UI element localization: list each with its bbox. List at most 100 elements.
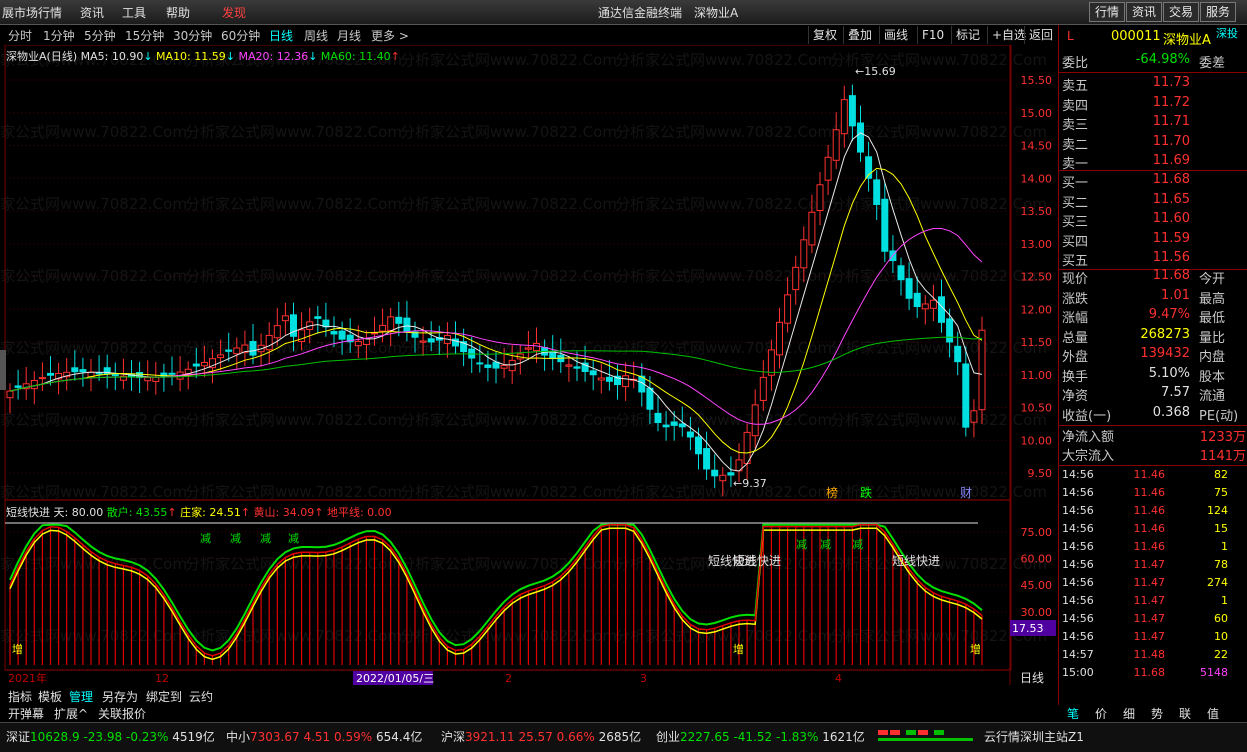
app-title: 通达信金融终端 <box>598 6 683 20</box>
period-timeshare[interactable]: 分时 <box>8 27 32 44</box>
tab-bind-to[interactable]: 绑定到 <box>146 688 182 705</box>
stat-label-2: 流通 <box>1199 389 1226 404</box>
candle-body <box>929 299 937 309</box>
period-30min[interactable]: 30分钟 <box>173 27 212 44</box>
quote-tab[interactable]: 价 <box>1095 705 1107 722</box>
bid-row[interactable]: 买五 11.56 <box>1059 250 1247 269</box>
watermark-text: 分析家公式网www.70822.Com <box>185 195 402 213</box>
top-btn-quote[interactable]: 行情 <box>1089 2 1126 22</box>
top-btn-trade[interactable]: 交易 <box>1163 2 1200 22</box>
top-btn-service[interactable]: 服务 <box>1200 2 1237 22</box>
bid-price: 11.59 <box>1152 230 1190 246</box>
ask-row[interactable]: 卖四 11.72 <box>1059 95 1247 114</box>
tab-indicator[interactable]: 指标 <box>8 688 32 705</box>
candle-body <box>30 379 38 390</box>
period-weekly[interactable]: 周线 <box>304 27 328 44</box>
candle-body <box>597 377 605 381</box>
ask-row[interactable]: 卖二 11.70 <box>1059 134 1247 153</box>
sz-label[interactable]: 深证 <box>6 730 30 744</box>
date-label: 12 <box>155 672 169 685</box>
period-more[interactable]: 更多 > <box>371 27 409 44</box>
period-bar: 分时 1分钟 5分钟 15分钟 30分钟 60分钟 日线 周线 月线 更多 > … <box>0 25 1058 45</box>
period-5min[interactable]: 5分钟 <box>84 27 116 44</box>
tool-fuquan[interactable]: 复权 <box>808 26 841 44</box>
sz-amount: 4519亿 <box>172 730 215 744</box>
menu-discover[interactable]: 发现 <box>222 4 246 21</box>
quote-tab[interactable]: 联 <box>1179 705 1191 722</box>
kline-chart-area[interactable]: 分析家公式网www.70822.Com分析家公式网www.70822.Com分析… <box>0 45 1058 685</box>
tool-f10[interactable]: F10 <box>917 26 948 44</box>
menu-help[interactable]: 帮助 <box>166 4 190 21</box>
candle-body <box>71 367 79 373</box>
zx-pct: 0.59% <box>334 730 373 744</box>
tab-linked-quote[interactable]: 关联报价 <box>98 705 146 722</box>
tick-price: 11.46 <box>1133 504 1166 517</box>
ask-price: 11.73 <box>1152 75 1190 90</box>
tab-save-as[interactable]: 另存为 <box>102 688 138 705</box>
stock-name: 深物业A <box>1163 33 1211 48</box>
ask-row[interactable]: 卖一 11.69 <box>1059 153 1247 172</box>
sz-change: -23.98 <box>83 730 123 744</box>
tick-volume: 10 <box>1214 630 1228 643</box>
quote-tab[interactable]: 值 <box>1207 705 1219 722</box>
tab-danmu[interactable]: 开弹幕 <box>8 705 44 722</box>
stat-label: 收益(一) <box>1062 408 1112 424</box>
bid-price: 11.68 <box>1152 172 1190 187</box>
stat-label: 净资 <box>1062 389 1089 404</box>
candle-body <box>703 448 711 470</box>
top-btn-news[interactable]: 资讯 <box>1126 2 1163 22</box>
ask-row[interactable]: 卖三 11.71 <box>1059 114 1247 133</box>
candle-body <box>314 316 322 319</box>
period-15min[interactable]: 15分钟 <box>125 27 164 44</box>
quote-tab[interactable]: 势 <box>1151 705 1163 722</box>
level-badge: L <box>1067 29 1074 43</box>
marker-die: 跌 <box>860 485 872 500</box>
quote-tab[interactable]: 笔 <box>1067 705 1079 722</box>
tool-back[interactable]: 返回 <box>1024 26 1057 44</box>
watermark-text: 分析家公式网www.70822.Com <box>400 555 617 573</box>
stat-label: 总量 <box>1062 330 1089 346</box>
period-monthly[interactable]: 月线 <box>337 27 361 44</box>
menu-market[interactable]: 展市场行情 <box>2 4 62 21</box>
tab-template[interactable]: 模板 <box>38 688 62 705</box>
legend-ma5: MA5: 10.90 <box>80 50 144 63</box>
bid-row[interactable]: 买三 11.60 <box>1059 211 1247 230</box>
hs-label[interactable]: 沪深 <box>441 730 465 744</box>
candle-body <box>225 349 233 352</box>
chart-canvas[interactable]: 分析家公式网www.70822.Com分析家公式网www.70822.Com分析… <box>0 45 1058 685</box>
cy-label[interactable]: 创业 <box>656 730 680 744</box>
ask-row[interactable]: 卖五 11.73 <box>1059 75 1247 94</box>
tab-expand[interactable]: 扩展^ <box>54 705 88 722</box>
flow-value: 1141万 <box>1199 449 1246 464</box>
reduce-marker: 减 <box>288 532 299 545</box>
bid-row[interactable]: 买二 11.65 <box>1059 192 1247 211</box>
bottom-tabs: 指标 模板 管理 另存为 绑定到 云约 开弹幕 扩展^ 关联报价 <box>0 686 1058 722</box>
menu-tools[interactable]: 工具 <box>122 4 146 21</box>
stat-value: 0.368 <box>1152 404 1190 420</box>
indicator-sanhu: 散户: 43.55 <box>106 506 168 519</box>
period-daily[interactable]: 日线 <box>269 27 293 44</box>
bid-row[interactable]: 买一 11.68 <box>1059 172 1247 191</box>
legend-ma20: MA20: 12.36 <box>238 50 309 63</box>
quote-tab[interactable]: 细 <box>1123 705 1135 722</box>
period-60min[interactable]: 60分钟 <box>221 27 260 44</box>
arrow-down-icon: ↓ <box>308 50 318 63</box>
tab-cloud[interactable]: 云约 <box>189 688 213 705</box>
tick-volume: 274 <box>1207 576 1228 589</box>
period-1min[interactable]: 1分钟 <box>43 27 75 44</box>
watermark-text: 分析家公式网www.70822.Com <box>400 195 617 213</box>
tool-overlay[interactable]: 叠加 <box>843 26 876 44</box>
candle-body <box>913 292 921 307</box>
tool-draw[interactable]: 画线 <box>879 26 912 44</box>
zx-label[interactable]: 中小 <box>226 730 250 744</box>
reduce-marker: 减 <box>852 538 863 551</box>
menu-news[interactable]: 资讯 <box>80 4 104 21</box>
candle-body <box>622 375 630 388</box>
tab-manage[interactable]: 管理 <box>69 688 93 705</box>
arrow-down-icon: ↓ <box>143 50 153 63</box>
candle-body <box>330 331 338 335</box>
bid-row[interactable]: 买四 11.59 <box>1059 231 1247 250</box>
tool-mark[interactable]: 标记 <box>951 26 984 44</box>
server-name[interactable]: 云行情深圳主站Z1 <box>984 728 1084 745</box>
tick-volume: 82 <box>1214 468 1228 481</box>
